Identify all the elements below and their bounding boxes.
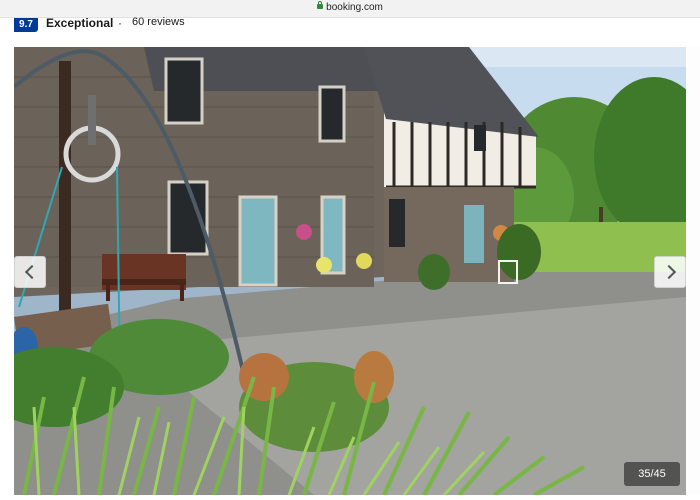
review-count-link[interactable]: 60 reviews (132, 16, 185, 28)
photo-illustration (14, 47, 686, 495)
url-display[interactable]: booking.com (0, 1, 700, 13)
rating-word: Exceptional (46, 16, 114, 30)
next-photo-button[interactable] (654, 256, 686, 288)
right-edge (686, 47, 700, 495)
gallery-photo[interactable] (14, 47, 686, 495)
previous-photo-button[interactable] (14, 256, 46, 288)
review-summary: 9.7 Exceptional · 60 reviews (0, 16, 700, 46)
review-separator: · (118, 16, 122, 30)
url-text: booking.com (326, 2, 383, 13)
lock-icon (317, 1, 324, 9)
chevron-left-icon (24, 264, 39, 280)
review-score-badge: 9.7 (14, 18, 38, 32)
photo-counter: 35/45 (624, 462, 680, 486)
chevron-right-icon (661, 264, 676, 280)
